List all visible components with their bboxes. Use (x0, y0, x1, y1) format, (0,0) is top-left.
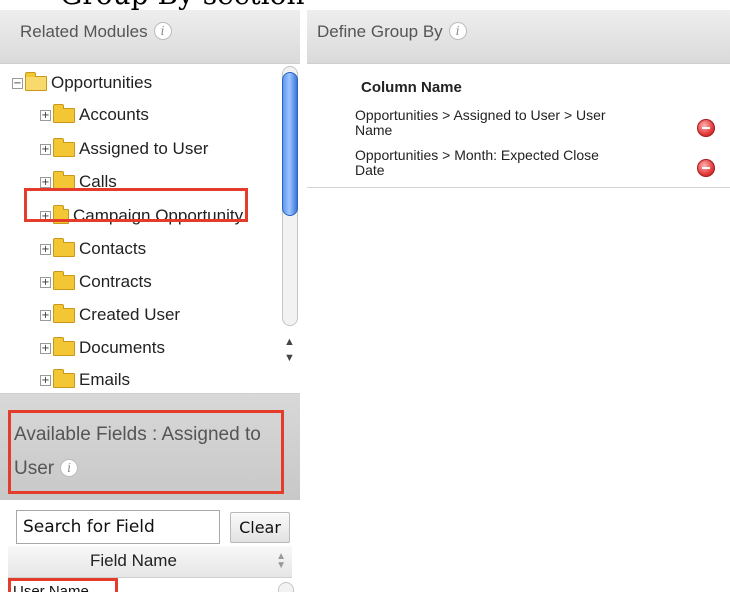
expand-icon[interactable]: + (40, 109, 51, 121)
related-modules-header: Related Modules i (0, 10, 300, 64)
group-by-item-line: Date (355, 162, 385, 178)
expand-icon[interactable]: + (40, 374, 51, 386)
group-by-list: Column Name Opportunities > Assigned to … (307, 64, 730, 188)
tree-node-created-user[interactable]: + Created User (40, 302, 180, 328)
tree-node-label: Emails (79, 370, 131, 389)
define-group-by-title: Define Group By i (317, 22, 467, 42)
right-panel: Define Group By i Column Name Opportuniti… (307, 10, 730, 190)
folder-icon (53, 368, 75, 388)
fields-table-header[interactable]: Field Name ▲ ▼ (8, 546, 292, 578)
available-fields-title-text: Available Fields : Assigned to User (14, 424, 261, 479)
tree-node-contacts[interactable]: + Contacts (40, 236, 146, 262)
group-by-item-line: Name (355, 122, 393, 138)
top-caption-fragment: Group By section (0, 0, 730, 10)
scroll-thumb[interactable] (282, 72, 298, 216)
group-by-item: Opportunities > Month: Expected Close Da… (355, 148, 685, 178)
group-by-item: Opportunities > Assigned to User > User … (355, 108, 685, 138)
related-modules-title: Related Modules i (20, 22, 172, 42)
expand-icon[interactable]: + (40, 309, 51, 321)
expand-icon[interactable]: + (40, 176, 51, 188)
expand-icon[interactable]: + (40, 342, 51, 354)
scroll-down-icon[interactable]: ▼ (284, 352, 295, 364)
folder-open-icon (25, 71, 47, 91)
tree-node-label: Opportunities (51, 73, 153, 92)
selected-node-highlight (24, 188, 248, 222)
define-group-by-title-text: Define Group By (317, 22, 443, 41)
module-tree: − Opportunities + Accounts + Assigned to… (0, 64, 300, 394)
tree-node-emails[interactable]: + Emails (40, 367, 130, 393)
folder-icon (53, 303, 75, 323)
folder-icon (53, 336, 75, 356)
tree-scrollbar[interactable]: ▲ ▼ (280, 66, 298, 386)
column-name-header: Column Name (361, 79, 462, 96)
tree-node-label: Contacts (79, 239, 147, 258)
top-caption-text: Group By section (60, 0, 304, 10)
expand-icon[interactable]: + (40, 243, 51, 255)
tree-node-label: Accounts (79, 105, 149, 124)
sort-icon[interactable]: ▲ ▼ (276, 552, 286, 571)
fields-table: Field Name ▲ ▼ User Name (0, 546, 300, 592)
tree-node-opportunities[interactable]: − Opportunities (12, 70, 152, 96)
info-icon[interactable]: i (60, 459, 79, 477)
group-by-item-line: Opportunities > Month: Expected Close (355, 147, 599, 163)
collapse-icon[interactable]: − (12, 77, 23, 89)
tree-node-label: Contracts (79, 272, 152, 291)
field-name-column-label: Field Name (90, 551, 177, 570)
tree-node-assigned-to-user[interactable]: + Assigned to User (40, 136, 208, 162)
tree-node-accounts[interactable]: + Accounts (40, 102, 149, 128)
info-icon[interactable]: i (153, 22, 172, 40)
available-fields-header: Available Fields : Assigned to User i (0, 394, 300, 500)
clear-button[interactable]: Clear (230, 512, 290, 543)
remove-icon[interactable] (697, 119, 715, 137)
fields-scrollbar[interactable] (278, 582, 294, 592)
field-row-user-name[interactable]: User Name (8, 578, 118, 592)
scroll-up-icon[interactable]: ▲ (284, 336, 295, 348)
tree-node-label: Created User (79, 305, 181, 324)
tree-node-documents[interactable]: + Documents (40, 335, 165, 361)
expand-icon[interactable]: + (40, 143, 51, 155)
left-panel: Related Modules i − Opportunities + Accou… (0, 10, 300, 592)
expand-icon[interactable]: + (40, 276, 51, 288)
related-modules-title-text: Related Modules (20, 22, 148, 41)
define-group-by-header: Define Group By i (307, 10, 730, 64)
folder-icon (53, 137, 75, 157)
info-icon[interactable]: i (448, 22, 467, 40)
tree-node-label: Assigned to User (79, 139, 209, 158)
folder-icon (53, 237, 75, 257)
group-by-item-line: Opportunities > Assigned to User > User (355, 107, 606, 123)
folder-icon (53, 103, 75, 123)
available-fields-title: Available Fields : Assigned to User i (14, 418, 284, 486)
remove-icon[interactable] (697, 159, 715, 177)
field-search-input[interactable]: Search for Field (16, 510, 220, 544)
folder-icon (53, 270, 75, 290)
tree-node-label: Documents (79, 338, 165, 357)
tree-node-contracts[interactable]: + Contracts (40, 269, 152, 295)
field-search-bar: Search for Field Clear (0, 500, 300, 546)
